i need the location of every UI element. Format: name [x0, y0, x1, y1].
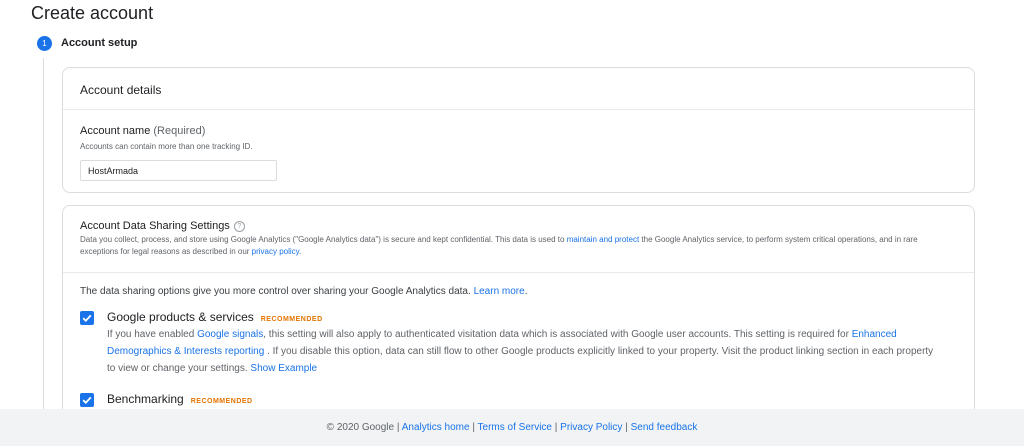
- data-sharing-header: Account Data Sharing Settings ? Data you…: [63, 206, 974, 273]
- option-title: Google products & services: [107, 310, 254, 324]
- footer-separator: |: [625, 422, 628, 433]
- send-feedback-link[interactable]: Send feedback: [631, 422, 698, 433]
- account-name-label-text: Account name: [80, 125, 151, 137]
- account-name-help: Accounts can contain more than one track…: [80, 142, 253, 151]
- question-circle-icon[interactable]: ?: [233, 220, 245, 232]
- page-title: Create account: [31, 3, 154, 23]
- maintain-and-protect-link[interactable]: maintain and protect: [567, 235, 640, 244]
- option-body: Google products & services RECOMMENDED I…: [107, 310, 937, 377]
- intro-text: The data sharing options give you more c…: [80, 286, 471, 297]
- intro-end: .: [524, 286, 528, 297]
- required-indicator: (Required): [153, 125, 206, 137]
- learn-more-link[interactable]: Learn more: [474, 286, 525, 297]
- terms-of-service-link[interactable]: Terms of Service: [478, 422, 552, 433]
- footer-separator: |: [554, 422, 558, 433]
- recommended-badge: RECOMMENDED: [190, 398, 253, 405]
- option-title-row: Google products & services RECOMMENDED: [107, 310, 937, 324]
- option-body: Benchmarking RECOMMENDED: [107, 392, 253, 407]
- account-name-label: Account name (Required): [80, 125, 205, 137]
- data-sharing-description: Data you collect, process, and store usi…: [80, 234, 957, 258]
- description-text: Data you collect, process, and store usi…: [80, 235, 567, 244]
- checkmark-icon: [82, 396, 92, 404]
- analytics-home-link[interactable]: Analytics home: [402, 422, 470, 433]
- footer-separator: |: [472, 422, 475, 433]
- stepper-line: [43, 58, 44, 410]
- account-name-input[interactable]: [80, 160, 277, 181]
- option-description: If you have enabled Google signals, this…: [107, 326, 937, 377]
- option-title: Benchmarking: [107, 392, 184, 406]
- step-label: Account setup: [61, 37, 138, 49]
- checkmark-icon: [82, 314, 92, 322]
- option-google-products: Google products & services RECOMMENDED I…: [80, 310, 937, 377]
- privacy-policy-link[interactable]: privacy policy: [252, 247, 299, 256]
- footer-separator: |: [396, 422, 400, 433]
- option-desc-text: , this setting will also apply to authen…: [263, 329, 852, 340]
- step-number-badge: 1: [37, 36, 52, 51]
- data-sharing-intro: The data sharing options give you more c…: [80, 286, 527, 297]
- google-signals-link[interactable]: Google signals: [197, 329, 263, 340]
- description-text: .: [299, 247, 302, 256]
- account-details-card: Account details Account name (Required) …: [62, 67, 975, 193]
- data-sharing-card: Account Data Sharing Settings ? Data you…: [62, 205, 975, 425]
- show-example-link[interactable]: Show Example: [250, 363, 317, 374]
- account-details-header: Account details: [63, 68, 974, 110]
- option-benchmarking: Benchmarking RECOMMENDED: [80, 392, 253, 407]
- recommended-badge: RECOMMENDED: [260, 316, 323, 323]
- data-sharing-title: Account Data Sharing Settings: [80, 220, 230, 232]
- option-title-row: Benchmarking RECOMMENDED: [107, 392, 253, 406]
- google-products-checkbox[interactable]: [80, 311, 94, 325]
- page-footer: © 2020 Google | Analytics home | Terms o…: [0, 409, 1024, 446]
- privacy-policy-footer-link[interactable]: Privacy Policy: [560, 422, 622, 433]
- option-desc-text: If you have enabled: [107, 329, 198, 340]
- data-sharing-title-row: Account Data Sharing Settings ?: [80, 220, 957, 232]
- benchmarking-checkbox[interactable]: [80, 393, 94, 407]
- copyright-text: © 2020 Google: [326, 422, 395, 433]
